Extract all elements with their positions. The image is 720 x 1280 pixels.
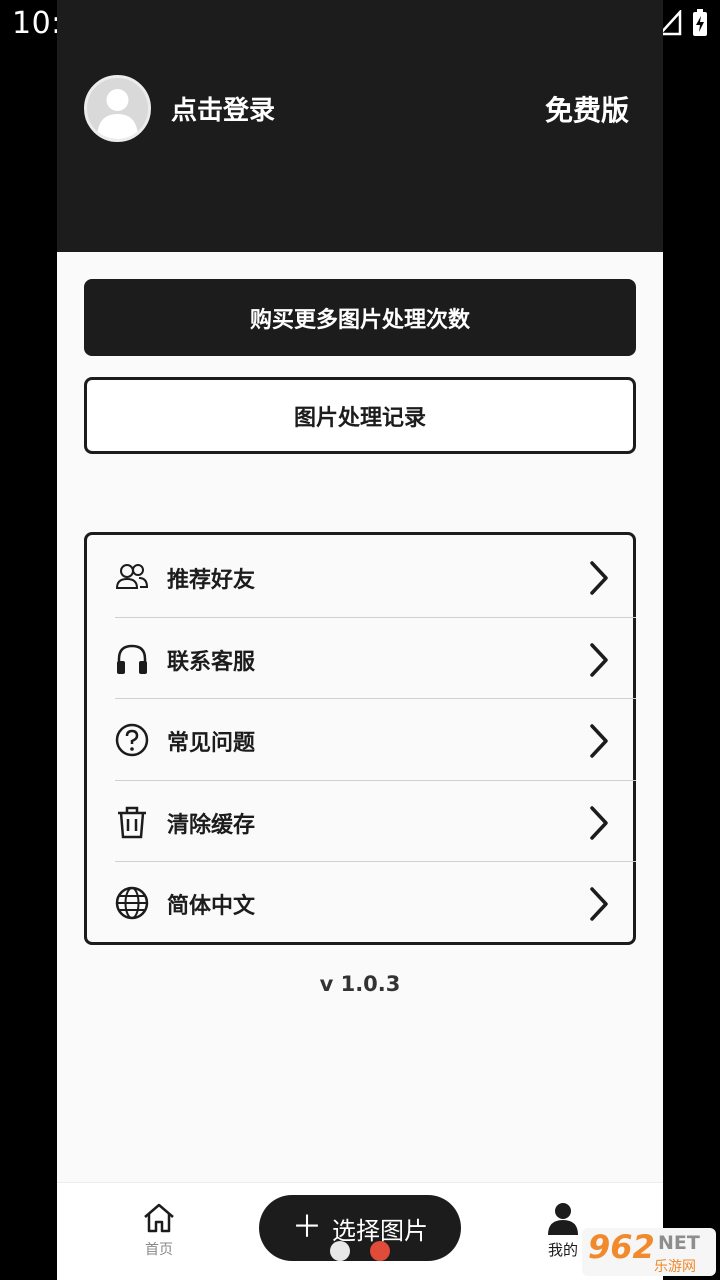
processing-history-button[interactable]: 图片处理记录 — [84, 377, 636, 454]
menu-item-label: 简体中文 — [167, 894, 256, 919]
user-icon — [548, 1203, 578, 1235]
menu-item-label: 常见问题 — [167, 731, 256, 756]
globe-icon — [115, 886, 149, 920]
profile-header: 点击登录 免费版 — [57, 0, 663, 252]
trash-icon — [118, 806, 146, 839]
nav-home-label: 首页 — [145, 1242, 173, 1258]
watermark-subtitle: 乐游网 — [654, 1259, 696, 1275]
login-link[interactable]: 点击登录 — [171, 90, 275, 127]
friends-icon — [115, 564, 149, 589]
floating-dot-white — [330, 1241, 350, 1261]
menu-item-recommend-friends[interactable]: 推荐好友 — [115, 536, 636, 617]
nav-home[interactable]: 首页 — [137, 1203, 181, 1259]
chevron-right-icon — [590, 561, 608, 595]
watermark-number: 962 — [588, 1228, 655, 1266]
headset-icon — [117, 644, 147, 674]
default-avatar-icon — [97, 89, 138, 139]
bottom-nav: 首页 ＋ 选择图片 我的 — [57, 1182, 663, 1280]
site-watermark: 962 NET 乐游网 — [582, 1228, 716, 1276]
nav-mine[interactable]: 我的 — [541, 1201, 585, 1260]
app-version: v 1.0.3 — [319, 972, 401, 996]
menu-item-faq[interactable]: 常见问题 — [115, 699, 636, 780]
watermark-suffix: NET — [658, 1232, 700, 1254]
chevron-right-icon — [590, 806, 608, 840]
plus-icon: ＋ — [292, 1210, 322, 1245]
select-image-button[interactable]: ＋ 选择图片 — [259, 1195, 461, 1261]
chevron-right-icon — [590, 887, 608, 921]
question-icon — [115, 723, 149, 757]
menu-item-language[interactable]: 简体中文 — [115, 862, 636, 943]
settings-menu: 推荐好友 联系客服 常见问题 清除缓存 简体中文 — [84, 532, 636, 945]
menu-item-label: 清除缓存 — [167, 813, 256, 838]
menu-item-clear-cache[interactable]: 清除缓存 — [115, 781, 636, 862]
avatar[interactable] — [84, 75, 151, 142]
nav-mine-label: 我的 — [547, 1241, 578, 1259]
plan-badge: 免费版 — [544, 94, 629, 127]
home-icon — [144, 1203, 174, 1233]
header-curve — [57, 222, 663, 244]
menu-item-label: 联系客服 — [167, 650, 256, 675]
floating-dot-red — [370, 1241, 390, 1261]
app-screen: 点击登录 免费版 购买更多图片处理次数 图片处理记录 推荐好友 联系客服 常见问… — [57, 0, 663, 1280]
menu-item-label: 推荐好友 — [167, 568, 256, 593]
chevron-right-icon — [590, 643, 608, 677]
chevron-right-icon — [590, 724, 608, 758]
battery-charging-icon — [693, 9, 707, 36]
menu-item-contact-support[interactable]: 联系客服 — [115, 618, 636, 699]
buy-more-button[interactable]: 购买更多图片处理次数 — [84, 279, 636, 356]
